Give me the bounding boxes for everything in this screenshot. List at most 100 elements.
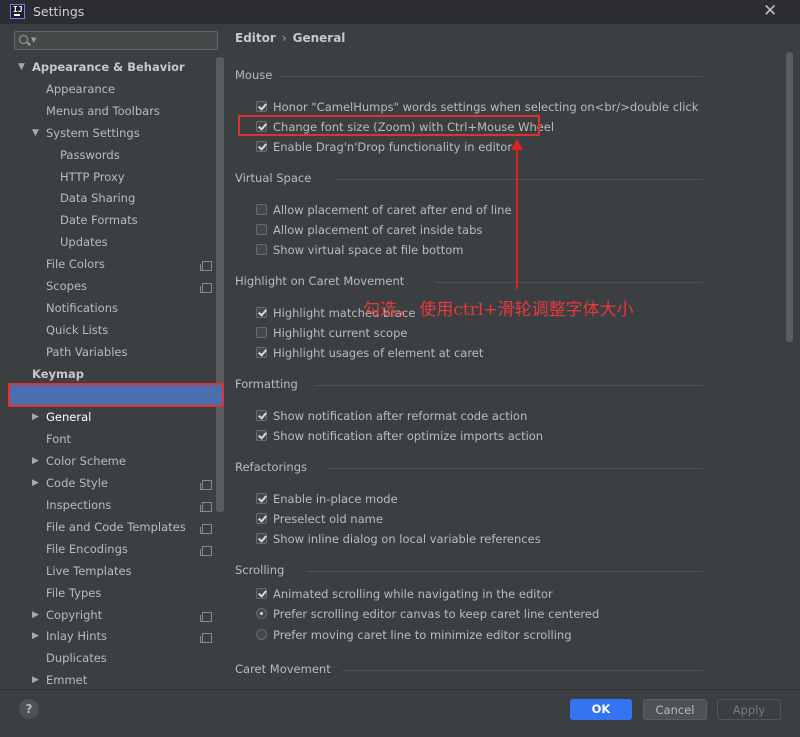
sidebar-item[interactable]: ▶ Emmet	[0, 670, 216, 689]
sidebar-item-label: Font	[46, 432, 72, 447]
sidebar-item-label: Duplicates	[46, 651, 107, 666]
collapse-arrow-icon[interactable]: ▶	[32, 451, 39, 472]
sidebar-item[interactable]: ▶ Code Style	[0, 473, 216, 494]
collapse-arrow-icon[interactable]: ▶	[32, 407, 39, 428]
checkbox[interactable]	[256, 307, 267, 318]
sidebar-item[interactable]: Inspections	[0, 495, 216, 516]
sidebar-item[interactable]: Menus and Toolbars	[0, 101, 216, 122]
sidebar-item[interactable]: File Encodings	[0, 539, 216, 560]
sidebar-item[interactable]: ▼ System Settings	[0, 123, 216, 144]
option-label: Allow placement of caret inside tabs	[273, 223, 483, 237]
option-label: Enable Drag'n'Drop functionality in edit…	[273, 140, 513, 154]
collapse-arrow-icon[interactable]: ▶	[32, 626, 39, 647]
breadcrumb-separator: ›	[281, 31, 287, 45]
selected-item-highlight	[8, 383, 224, 407]
sidebar-item[interactable]: Notifications	[0, 298, 216, 319]
annotation-arrow	[516, 146, 518, 289]
sidebar-item[interactable]: Keymap	[0, 364, 216, 385]
option-label: Prefer moving caret line to minimize edi…	[273, 628, 572, 642]
sidebar-item-label: HTTP Proxy	[60, 169, 125, 184]
checkbox[interactable]	[256, 204, 267, 215]
sidebar-item-label: Updates	[60, 235, 108, 250]
cancel-button[interactable]: Cancel	[643, 699, 707, 720]
checkbox[interactable]	[256, 327, 267, 338]
section-divider	[342, 670, 703, 671]
sidebar-item[interactable]: Duplicates	[0, 648, 216, 669]
checkbox[interactable]	[256, 141, 267, 152]
sidebar-item-label: Quick Lists	[46, 322, 109, 337]
sidebar-item[interactable]: ▼ Appearance & Behavior	[0, 57, 216, 78]
sidebar-item[interactable]: Appearance	[0, 79, 216, 100]
sidebar-item[interactable]: Quick Lists	[0, 320, 216, 341]
section-divider	[335, 179, 703, 180]
expand-arrow-icon[interactable]: ▼	[18, 57, 25, 78]
help-button[interactable]: ?	[19, 699, 39, 719]
annotation-arrow-head	[511, 139, 523, 150]
option-label: Highlight usages of element at caret	[273, 346, 484, 360]
close-icon[interactable]: ✕	[763, 1, 777, 21]
sidebar-item-label: Appearance	[46, 81, 116, 96]
sidebar-item[interactable]: ▶ General	[0, 407, 216, 428]
sidebar-item-label: Copyright	[46, 607, 103, 622]
sidebar-item[interactable]: Data Sharing	[0, 188, 216, 209]
sidebar-item-label: Keymap	[32, 366, 84, 381]
sidebar-item[interactable]: Scopes	[0, 276, 216, 297]
option-label: Animated scrolling while navigating in t…	[273, 587, 553, 601]
sidebar-item[interactable]: Live Templates	[0, 561, 216, 582]
sidebar-item[interactable]: HTTP Proxy	[0, 167, 216, 188]
dialog-footer: ? OK Cancel Apply	[0, 689, 800, 737]
sidebar-item-label: Inlay Hints	[46, 629, 108, 644]
radio-button[interactable]	[256, 629, 267, 640]
search-input[interactable]: ▼	[14, 31, 218, 50]
option-label: Prefer scrolling editor canvas to keep c…	[273, 607, 600, 621]
section-title: Mouse	[235, 68, 273, 82]
sidebar-item[interactable]: Font	[0, 429, 216, 450]
search-dropdown-icon[interactable]: ▼	[31, 36, 36, 44]
breadcrumb-parent[interactable]: Editor	[235, 31, 276, 45]
checkbox[interactable]	[256, 533, 267, 544]
checkbox[interactable]	[256, 493, 267, 504]
sidebar-item[interactable]: ▶ Inlay Hints	[0, 626, 216, 647]
option-label: Enable in-place mode	[273, 492, 398, 506]
expand-arrow-icon[interactable]: ▼	[32, 123, 39, 144]
sidebar-item[interactable]: ▶ Color Scheme	[0, 451, 216, 472]
section-title: Formatting	[235, 377, 298, 391]
checkbox[interactable]	[256, 410, 267, 421]
option-label: Show notification after reformat code ac…	[273, 409, 528, 423]
sidebar-item-label: Menus and Toolbars	[46, 103, 160, 118]
sidebar-item[interactable]: Passwords	[0, 145, 216, 166]
sidebar-item-label: Emmet	[46, 673, 88, 688]
sidebar-item[interactable]: Path Variables	[0, 342, 216, 363]
checkbox[interactable]	[256, 430, 267, 441]
checkbox[interactable]	[256, 513, 267, 524]
content-scrollbar[interactable]	[786, 52, 793, 342]
sidebar-item-label: File Types	[46, 585, 102, 600]
sidebar-item[interactable]: Date Formats	[0, 210, 216, 231]
checkbox[interactable]	[256, 347, 267, 358]
sidebar-scrollbar[interactable]	[216, 57, 224, 512]
sidebar-item[interactable]: Updates	[0, 232, 216, 253]
option-label: Honor "CamelHumps" words settings when s…	[273, 100, 699, 114]
collapse-arrow-icon[interactable]: ▶	[32, 605, 39, 626]
section-title: Refactorings	[235, 460, 308, 474]
checkbox[interactable]	[256, 244, 267, 255]
project-scope-icon	[200, 480, 212, 491]
ok-button[interactable]: OK	[570, 699, 632, 720]
app-logo-icon: IJ	[10, 4, 25, 19]
checkbox[interactable]	[256, 588, 267, 599]
sidebar-item[interactable]: File Types	[0, 583, 216, 604]
breadcrumb: Editor › General	[235, 31, 345, 45]
sidebar-item[interactable]: ▶ Copyright	[0, 605, 216, 626]
sidebar-item[interactable]: File Colors	[0, 254, 216, 275]
sidebar-item[interactable]: File and Code Templates	[0, 517, 216, 538]
checkbox[interactable]	[256, 101, 267, 112]
apply-button[interactable]: Apply	[717, 699, 781, 720]
sidebar-item-label: Data Sharing	[60, 191, 136, 206]
collapse-arrow-icon[interactable]: ▶	[32, 670, 39, 689]
radio-button[interactable]	[256, 608, 267, 619]
sidebar-item-label: Scopes	[46, 279, 88, 293]
collapse-arrow-icon[interactable]: ▶	[32, 473, 39, 494]
checkbox[interactable]	[256, 224, 267, 235]
project-scope-icon	[200, 283, 212, 293]
annotation-text: 勾选， 使用ctrl+滑轮调整字体大小	[363, 300, 634, 320]
